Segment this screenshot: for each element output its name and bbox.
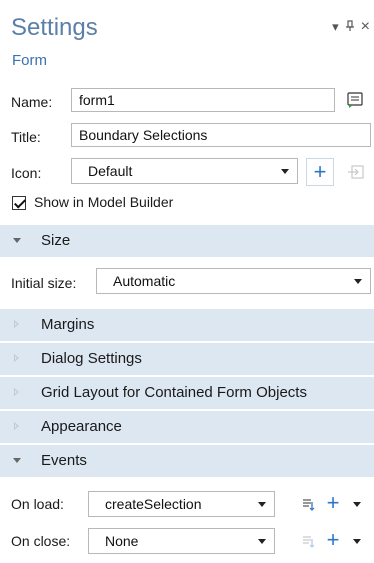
collapsed-arrow-icon (14, 354, 19, 362)
section-appearance[interactable]: Appearance (0, 411, 374, 443)
page-title: Settings (11, 14, 98, 41)
section-dialog-settings-title: Dialog Settings (41, 350, 142, 367)
go-to-method-icon (299, 532, 317, 550)
page-subtitle: Form (12, 52, 47, 69)
chevron-down-icon[interactable] (352, 500, 362, 508)
note-edit-icon[interactable] (344, 89, 366, 111)
section-dialog-settings[interactable]: Dialog Settings (0, 343, 374, 375)
import-icon[interactable] (344, 160, 368, 184)
add-on-load-button[interactable]: + (322, 492, 344, 514)
title-field[interactable]: Boundary Selections (71, 123, 371, 147)
chevron-down-icon (258, 502, 266, 507)
initial-size-row: Initial size: Automatic (0, 268, 374, 296)
add-icon-button[interactable]: + (306, 158, 334, 186)
initial-size-value: Automatic (113, 273, 176, 289)
panel-menu-icon[interactable]: ▾ (332, 19, 339, 35)
plus-icon: + (326, 490, 340, 515)
section-margins-title: Margins (41, 316, 95, 333)
title-label: Title: (11, 129, 41, 145)
section-size-title: Size (41, 232, 71, 249)
go-to-method-icon[interactable] (299, 495, 317, 513)
icon-select[interactable]: Default (71, 158, 298, 184)
on-load-row: On load: createSelection + (0, 491, 374, 517)
icon-select-value: Default (88, 163, 133, 179)
section-margins[interactable]: Margins (0, 309, 374, 341)
name-field[interactable]: form1 (71, 88, 335, 112)
expanded-arrow-icon (13, 238, 21, 243)
on-close-label: On close: (11, 533, 71, 549)
on-load-value: createSelection (105, 496, 202, 512)
chevron-down-icon[interactable] (352, 537, 362, 545)
settings-panel: Settings ▾ × Form Name: form1 Title: Bou… (0, 0, 374, 563)
section-events[interactable]: Events (0, 445, 374, 477)
section-appearance-title: Appearance (41, 418, 122, 435)
on-close-row: On close: None + (0, 528, 374, 554)
icon-row: Icon: Default + (0, 158, 374, 186)
chevron-down-icon (354, 279, 362, 284)
section-events-title: Events (41, 452, 87, 469)
expanded-arrow-icon (13, 458, 21, 463)
on-load-select[interactable]: createSelection (88, 491, 275, 517)
show-in-model-builder-checkbox[interactable] (12, 196, 26, 210)
plus-icon: + (326, 527, 340, 552)
section-grid-layout-title: Grid Layout for Contained Form Objects (41, 384, 307, 401)
on-close-select[interactable]: None (88, 528, 275, 554)
icon-label: Icon: (11, 165, 42, 181)
chevron-down-icon (258, 539, 266, 544)
show-in-model-builder-label: Show in Model Builder (34, 194, 174, 210)
add-on-close-button[interactable]: + (322, 529, 344, 551)
section-size[interactable]: Size (0, 225, 374, 257)
plus-icon: + (313, 159, 327, 184)
collapsed-arrow-icon (14, 422, 19, 430)
collapsed-arrow-icon (14, 320, 19, 328)
title-row: Title: Boundary Selections (0, 123, 374, 149)
on-load-label: On load: (11, 496, 64, 512)
pin-icon[interactable] (345, 19, 355, 35)
close-icon[interactable]: × (361, 18, 370, 36)
initial-size-label: Initial size: (11, 275, 77, 291)
initial-size-select[interactable]: Automatic (96, 268, 371, 294)
chevron-down-icon (281, 169, 289, 174)
section-grid-layout[interactable]: Grid Layout for Contained Form Objects (0, 377, 374, 409)
name-row: Name: form1 (0, 88, 374, 114)
name-label: Name: (11, 94, 53, 110)
collapsed-arrow-icon (14, 388, 19, 396)
on-close-value: None (105, 533, 139, 549)
window-controls: ▾ × (332, 18, 370, 36)
